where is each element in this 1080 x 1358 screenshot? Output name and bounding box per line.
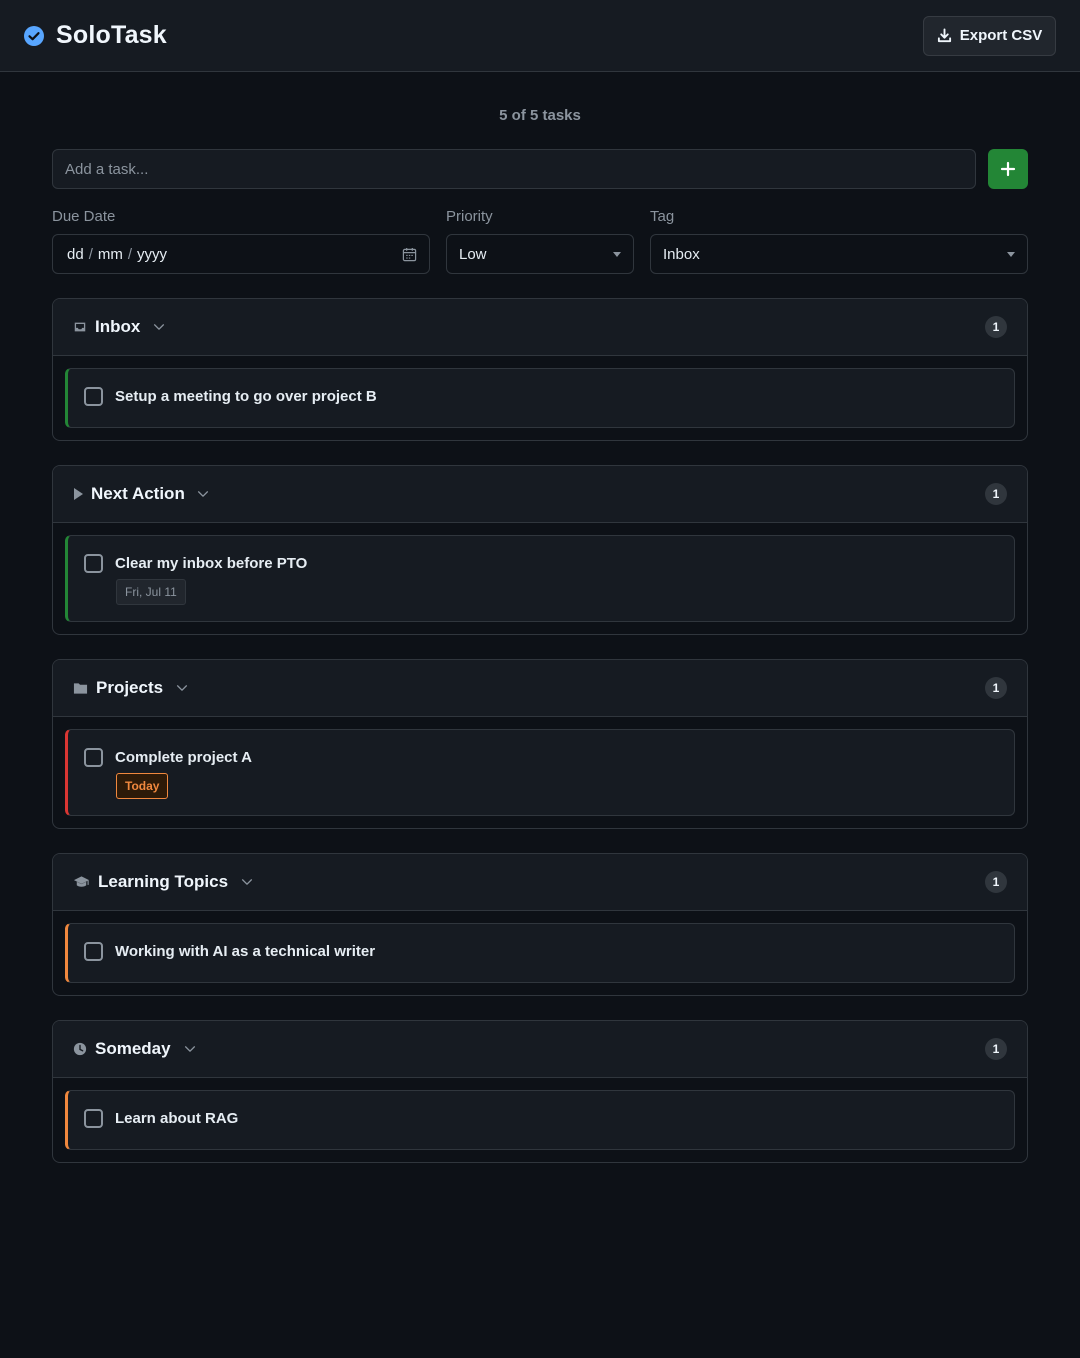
section-header[interactable]: Learning Topics 1 xyxy=(53,854,1027,911)
tag-select[interactable]: Inbox xyxy=(650,234,1028,274)
task-checkbox[interactable] xyxy=(84,554,103,573)
section-body: Clear my inbox before PTO Fri, Jul 11 xyxy=(53,523,1027,634)
task-count: 5 of 5 tasks xyxy=(499,107,581,124)
section-header[interactable]: Someday 1 xyxy=(53,1021,1027,1078)
plus-icon xyxy=(1000,161,1016,177)
chevron-down-icon[interactable] xyxy=(152,320,166,334)
clock-icon xyxy=(73,1042,87,1056)
graduation-cap-icon xyxy=(73,876,90,887)
section-projects: Projects 1 Complete project A Today xyxy=(52,659,1028,829)
task-card: Complete project A Today xyxy=(65,729,1015,816)
section-count-badge: 1 xyxy=(985,1038,1007,1060)
section-next-action: Next Action 1 Clear my inbox before PTO … xyxy=(52,465,1028,635)
chevron-down-icon[interactable] xyxy=(240,875,254,889)
play-icon xyxy=(74,488,83,500)
due-date-badge: Fri, Jul 11 xyxy=(116,579,186,605)
tag-value: Inbox xyxy=(663,245,700,263)
task-title[interactable]: Clear my inbox before PTO xyxy=(115,555,307,572)
section-body: Learn about RAG xyxy=(53,1078,1027,1162)
folder-icon xyxy=(73,683,88,694)
task-title[interactable]: Setup a meeting to go over project B xyxy=(115,388,377,405)
tag-field: Tag Inbox xyxy=(650,208,1028,274)
app-title: SoloTask xyxy=(56,21,167,49)
date-year: yyyy xyxy=(137,245,168,263)
task-checkbox[interactable] xyxy=(84,1109,103,1128)
due-date-badge: Today xyxy=(116,773,169,799)
priority-select[interactable]: Low xyxy=(446,234,634,274)
calendar-icon[interactable] xyxy=(402,247,417,262)
priority-label: Priority xyxy=(446,208,493,225)
section-title-wrap: Someday xyxy=(73,1039,197,1059)
section-header[interactable]: Inbox 1 xyxy=(53,299,1027,356)
task-title[interactable]: Working with AI as a technical writer xyxy=(115,943,375,960)
add-task-input[interactable]: Add a task... xyxy=(52,149,976,189)
task-row: Setup a meeting to go over project B xyxy=(84,387,998,406)
task-card: Learn about RAG xyxy=(65,1090,1015,1150)
section-title: Learning Topics xyxy=(98,872,229,891)
section-title-wrap: Projects xyxy=(73,678,189,698)
task-row: Learn about RAG xyxy=(84,1109,998,1128)
check-circle-icon xyxy=(24,25,44,46)
app-header: SoloTask Export CSV xyxy=(0,0,1080,72)
task-row: Clear my inbox before PTO xyxy=(84,554,998,573)
chevron-down-icon[interactable] xyxy=(175,681,189,695)
section-count-badge: 1 xyxy=(985,677,1007,699)
inbox-icon xyxy=(74,322,86,332)
section-title-wrap: Next Action xyxy=(73,484,210,504)
task-checkbox[interactable] xyxy=(84,387,103,406)
chevron-down-icon[interactable] xyxy=(183,1042,197,1056)
task-options: Due Date dd / mm / yyyy Priority Low Tag… xyxy=(52,208,1028,274)
date-separator: / xyxy=(88,245,93,263)
section-title: Inbox xyxy=(95,317,141,336)
section-header[interactable]: Projects 1 xyxy=(53,660,1027,717)
date-separator: / xyxy=(127,245,133,263)
section-count-badge: 1 xyxy=(985,316,1007,338)
add-task-row: Add a task... xyxy=(52,149,1028,189)
caret-down-icon xyxy=(1007,251,1015,257)
section-header[interactable]: Next Action 1 xyxy=(53,466,1027,523)
brand: SoloTask xyxy=(24,21,167,50)
task-card: Clear my inbox before PTO Fri, Jul 11 xyxy=(65,535,1015,622)
section-body: Complete project A Today xyxy=(53,717,1027,828)
task-row: Working with AI as a technical writer xyxy=(84,942,998,961)
date-month: mm xyxy=(97,245,123,263)
section-count-badge: 1 xyxy=(985,483,1007,505)
priority-value: Low xyxy=(459,245,487,263)
tag-label: Tag xyxy=(650,208,675,225)
task-checkbox[interactable] xyxy=(84,748,103,767)
date-placeholder: dd / mm / yyyy xyxy=(65,246,167,263)
add-task-placeholder: Add a task... xyxy=(65,160,149,178)
section-title: Next Action xyxy=(91,484,185,503)
task-checkbox[interactable] xyxy=(84,942,103,961)
due-date-input[interactable]: dd / mm / yyyy xyxy=(52,234,430,274)
section-learning-topics: Learning Topics 1 Working with AI as a t… xyxy=(52,853,1028,996)
section-title: Projects xyxy=(96,678,164,697)
due-date-label: Due Date xyxy=(52,208,116,225)
section-body: Working with AI as a technical writer xyxy=(53,911,1027,995)
section-inbox: Inbox 1 Setup a meeting to go over proje… xyxy=(52,298,1028,441)
date-day: dd xyxy=(67,245,84,263)
download-icon xyxy=(937,28,951,43)
task-title[interactable]: Learn about RAG xyxy=(115,1110,238,1127)
main-content: 5 of 5 tasks Add a task... Due Date dd /… xyxy=(52,72,1028,1163)
due-date-field: Due Date dd / mm / yyyy xyxy=(52,208,430,274)
task-card: Setup a meeting to go over project B xyxy=(65,368,1015,428)
section-count-badge: 1 xyxy=(985,871,1007,893)
task-row: Complete project A xyxy=(84,748,998,767)
caret-down-icon xyxy=(613,251,621,257)
section-title-wrap: Inbox xyxy=(73,317,166,337)
export-csv-button[interactable]: Export CSV xyxy=(923,15,1056,56)
add-task-button[interactable] xyxy=(988,149,1028,189)
section-title-wrap: Learning Topics xyxy=(73,872,254,892)
section-title: Someday xyxy=(95,1039,171,1058)
section-someday: Someday 1 Learn about RAG xyxy=(52,1020,1028,1163)
section-body: Setup a meeting to go over project B xyxy=(53,356,1027,440)
task-card: Working with AI as a technical writer xyxy=(65,923,1015,983)
priority-field: Priority Low xyxy=(446,208,634,274)
chevron-down-icon[interactable] xyxy=(196,487,210,501)
export-csv-label: Export CSV xyxy=(959,27,1043,44)
task-title[interactable]: Complete project A xyxy=(115,749,252,766)
